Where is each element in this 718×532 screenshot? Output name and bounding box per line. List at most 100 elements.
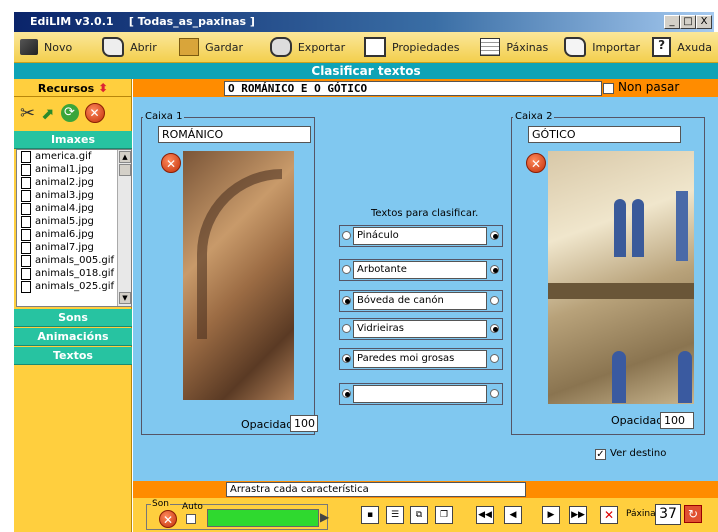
section-sounds[interactable]: Sons <box>14 309 132 327</box>
refresh-icon[interactable]: ⟳ <box>60 104 79 122</box>
file-list-scrollbar[interactable]: ▲ ▼ <box>117 150 131 306</box>
section-texts[interactable]: Textos <box>14 347 132 365</box>
document-title: [ Todas_as_paxinas ] <box>128 15 255 28</box>
sound-file-field[interactable] <box>207 509 319 527</box>
sound-delete-icon[interactable]: ✕ <box>159 510 177 528</box>
ver-destino-checkbox[interactable]: ✓ <box>595 449 606 460</box>
file-item[interactable]: animal6.jpg <box>17 228 131 241</box>
next-page-icon[interactable]: ▶ <box>542 506 560 524</box>
item-text-field[interactable]: Pináculo <box>353 227 487 245</box>
instruction-field[interactable]: Arrastra cada característica <box>226 482 526 497</box>
file-item[interactable]: animals_025.gif <box>17 280 131 293</box>
resources-panel: Recursos ⬍ ✂ ⬈ ⟳ ✕ Imaxes america.gif ani… <box>14 79 132 532</box>
box2-delete-icon[interactable]: ✕ <box>526 153 546 173</box>
sort-arrows-icon: ⬍ <box>98 81 109 95</box>
export-button[interactable]: Exportar <box>264 33 358 61</box>
file-item[interactable]: animal5.jpg <box>17 215 131 228</box>
file-item[interactable]: animal1.jpg <box>17 163 131 176</box>
upload-icon[interactable]: ⬈ <box>41 104 54 123</box>
item-radio-box1[interactable] <box>342 265 351 274</box>
non-pasar-checkbox[interactable] <box>603 83 614 94</box>
prev-page-icon[interactable]: ◀ <box>504 506 522 524</box>
box2-label: Caixa 2 <box>513 111 555 122</box>
item-radio-box1[interactable] <box>342 324 351 333</box>
page-number-field[interactable]: 37 <box>655 504 681 525</box>
play-sound-icon[interactable]: ▶ <box>320 510 329 524</box>
file-item[interactable]: animals_018.gif <box>17 267 131 280</box>
box1-name-field[interactable]: ROMÁNICO <box>158 126 311 143</box>
item-radio-box1[interactable] <box>342 354 351 363</box>
list-icon[interactable]: ☰ <box>386 506 404 524</box>
item-radio-box2[interactable] <box>490 296 499 305</box>
item-radio-box2[interactable] <box>490 324 499 333</box>
image-file-list[interactable]: america.gif animal1.jpg animal2.jpg animal3… <box>16 149 132 307</box>
file-item[interactable]: america.gif <box>17 150 131 163</box>
app-title: EdiLIM v3.0.1 <box>30 15 114 28</box>
main-toolbar: Novo Abrir Gardar Exportar Propiedades P… <box>14 32 718 63</box>
open-icon <box>102 37 125 57</box>
box1-delete-icon[interactable]: ✕ <box>161 153 181 173</box>
page-title-field[interactable]: O ROMÁNICO E O GÓTICO <box>224 81 602 96</box>
romanesque-portal-image <box>183 151 294 400</box>
page-label: Páxina <box>626 509 656 519</box>
import-button[interactable]: Importar <box>558 33 646 61</box>
scroll-thumb[interactable] <box>119 164 131 176</box>
window-titlebar: EdiLIM v3.0.1 [ Todas_as_paxinas ] _ □ X <box>0 0 718 32</box>
pages-icon <box>480 38 501 56</box>
stained-glass-window <box>632 199 644 257</box>
file-item[interactable]: animal7.jpg <box>17 241 131 254</box>
pages-button[interactable]: Páxinas <box>474 33 558 61</box>
resources-header[interactable]: Recursos ⬍ <box>14 79 132 97</box>
first-page-icon[interactable]: ◀◀ <box>476 506 494 524</box>
copy-page-icon[interactable]: ⧉ <box>410 506 428 524</box>
title-bar: EdiLIM v3.0.1 [ Todas_as_paxinas ] <box>14 12 714 32</box>
item-text-field[interactable]: Arbotante <box>353 261 487 279</box>
open-button[interactable]: Abrir <box>96 33 173 61</box>
item-text-field[interactable] <box>353 385 487 403</box>
item-radio-box1[interactable] <box>342 389 351 398</box>
help-button[interactable]: ? Axuda <box>646 33 718 61</box>
save-page-icon[interactable]: ▪ <box>361 506 379 524</box>
item-text-field[interactable]: Paredes moi grosas <box>353 350 487 368</box>
scroll-down-icon[interactable]: ▼ <box>119 292 131 304</box>
items-heading: Textos para clasificar. <box>371 208 479 219</box>
auto-label: Auto <box>182 502 203 512</box>
stained-glass-window <box>612 351 626 403</box>
delete-page-icon[interactable]: ✕ <box>600 506 618 524</box>
scroll-up-icon[interactable]: ▲ <box>119 151 131 163</box>
item-radio-box2[interactable] <box>490 231 499 240</box>
properties-button[interactable]: Propiedades <box>358 33 474 61</box>
item-radio-box1[interactable] <box>342 231 351 240</box>
box1-opacity-field[interactable]: 100 <box>290 415 318 432</box>
tools-icon[interactable]: ✂ <box>20 103 35 124</box>
editor-canvas: Caixa 1 ROMÁNICO ✕ Opacidade 100 Caixa 2… <box>133 97 718 481</box>
item-radio-box2[interactable] <box>490 389 499 398</box>
paste-page-icon[interactable]: ❐ <box>435 506 453 524</box>
item-text-field[interactable]: Bóveda de canón <box>353 292 487 310</box>
go-page-icon[interactable]: ↻ <box>684 505 702 523</box>
box2-name-field[interactable]: GÓTICO <box>528 126 681 143</box>
properties-icon <box>363 37 386 57</box>
new-button[interactable]: Novo <box>14 33 96 61</box>
box2-opacity-field[interactable]: 100 <box>660 412 694 429</box>
file-item[interactable]: animals_005.gif <box>17 254 131 267</box>
file-item[interactable]: animal2.jpg <box>17 176 131 189</box>
item-radio-box2[interactable] <box>490 265 499 274</box>
gothic-interior-image <box>548 151 694 404</box>
section-animations[interactable]: Animacións <box>14 328 132 346</box>
close-window-button[interactable]: X <box>696 15 712 29</box>
delete-resource-icon[interactable]: ✕ <box>84 103 105 123</box>
save-button[interactable]: Gardar <box>173 33 264 61</box>
file-item[interactable]: animal4.jpg <box>17 202 131 215</box>
sound-label: Son <box>151 499 170 509</box>
section-images[interactable]: Imaxes <box>14 131 132 149</box>
last-page-icon[interactable]: ▶▶ <box>569 506 587 524</box>
item-text-field[interactable]: Vidrieiras <box>353 320 487 338</box>
minimize-button[interactable]: _ <box>664 15 680 29</box>
auto-checkbox[interactable] <box>186 514 196 524</box>
item-radio-box1[interactable] <box>342 296 351 305</box>
item-radio-box2[interactable] <box>490 354 499 363</box>
maximize-button[interactable]: □ <box>680 15 696 29</box>
file-item[interactable]: animal3.jpg <box>17 189 131 202</box>
help-icon: ? <box>651 37 672 57</box>
